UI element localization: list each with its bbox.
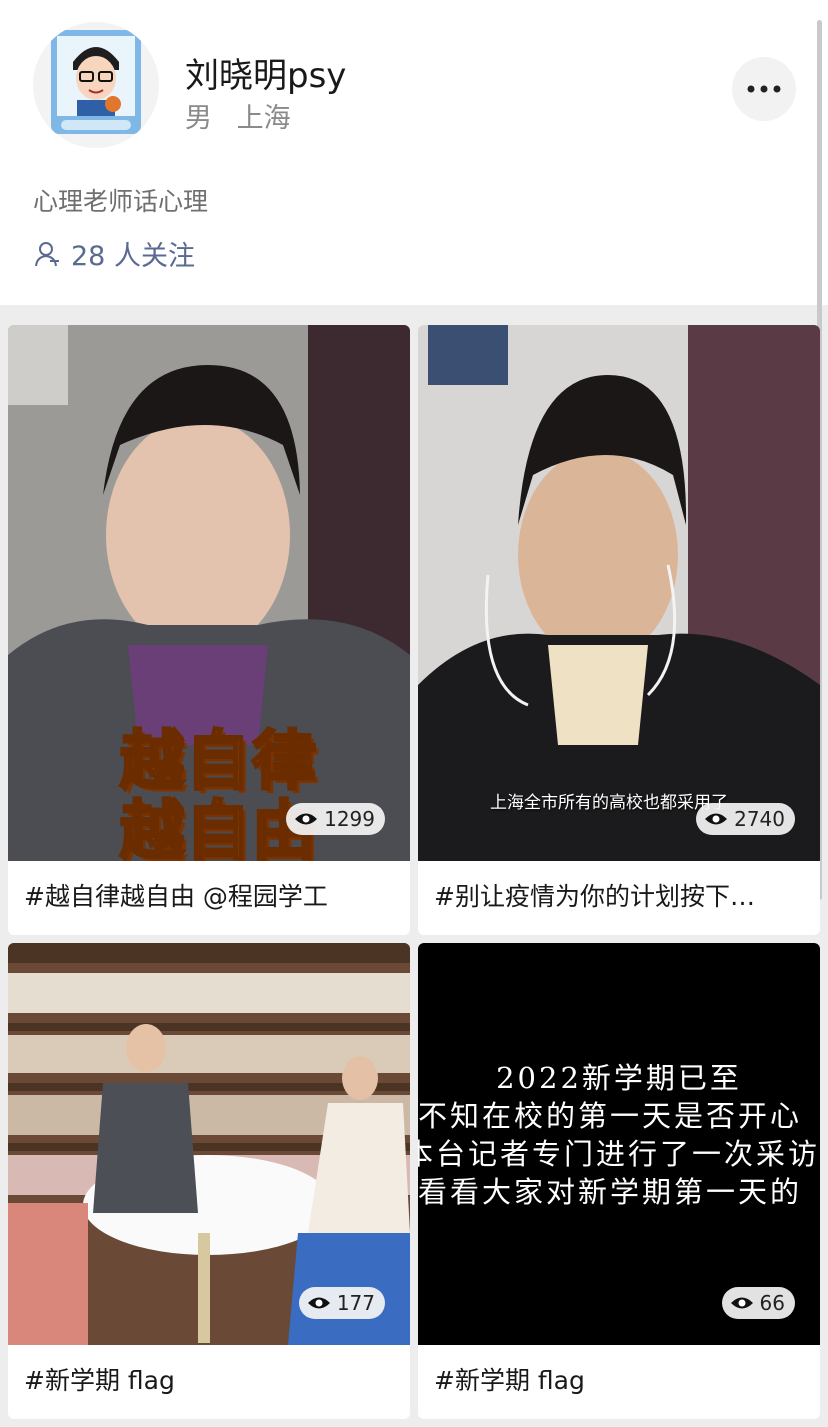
video-text-line: 看看大家对新学期第一天的 xyxy=(418,1175,803,1209)
followers-link[interactable]: 28 人关注 xyxy=(33,234,195,273)
followers-count: 28 人关注 xyxy=(71,241,195,272)
video-thumbnail[interactable]: 越自律 越自由 1299 xyxy=(8,325,410,861)
video-caption[interactable]: #新学期 flag xyxy=(418,1345,820,1419)
view-count-badge: 66 xyxy=(721,1287,795,1319)
video-card[interactable]: 177 #新学期 flag xyxy=(8,943,410,1419)
more-dots-icon xyxy=(747,85,781,93)
view-count-badge: 1299 xyxy=(286,803,385,835)
video-text-line: 不知在校的第一天是否开心 xyxy=(418,1099,803,1133)
video-thumbnail[interactable]: 177 xyxy=(8,943,410,1345)
view-count: 2740 xyxy=(734,807,785,831)
eye-icon xyxy=(295,813,318,825)
view-count: 1299 xyxy=(324,807,375,831)
video-thumbnail[interactable]: 上海全市所有的高校也都采用了 2740 xyxy=(418,325,820,861)
view-count: 66 xyxy=(759,1291,785,1315)
video-text-line: 2022新学期已至 xyxy=(496,1061,742,1095)
person-icon xyxy=(35,241,59,266)
video-caption[interactable]: #越自律越自由 @程园学工 xyxy=(8,861,410,935)
video-card[interactable]: 上海全市所有的高校也都采用了 2740 #别让疫情为你的计划按下… xyxy=(418,325,820,935)
profile-location: 上海 xyxy=(236,103,291,134)
profile-header: 刘晓明psy 男 上海 心理老师话心理 28 人关注 xyxy=(0,0,828,305)
avatar[interactable] xyxy=(33,22,159,148)
profile-name: 刘晓明psy xyxy=(185,56,347,96)
video-thumbnail[interactable]: 2022新学期已至 不知在校的第一天是否开心 本台记者专门进行了一次采访 看看大… xyxy=(418,943,820,1345)
profile-gender: 男 xyxy=(185,103,212,134)
profile-bio: 心理老师话心理 xyxy=(33,187,209,216)
eye-icon xyxy=(730,1297,753,1309)
eye-icon xyxy=(705,813,728,825)
profile-meta: 男 上海 xyxy=(185,96,307,135)
view-count-badge: 2740 xyxy=(696,803,795,835)
video-caption[interactable]: #新学期 flag xyxy=(8,1345,410,1419)
video-subtitle: 上海全市所有的高校也都采用了 xyxy=(490,793,728,813)
video-card[interactable]: 2022新学期已至 不知在校的第一天是否开心 本台记者专门进行了一次采访 看看大… xyxy=(418,943,820,1419)
video-text-line: 本台记者专门进行了一次采访 xyxy=(418,1137,820,1171)
view-count-badge: 177 xyxy=(298,1287,385,1319)
more-button[interactable] xyxy=(732,57,796,121)
video-caption[interactable]: #别让疫情为你的计划按下… xyxy=(418,861,820,935)
view-count: 177 xyxy=(336,1291,375,1315)
video-card[interactable]: 越自律 越自由 1299 #越自律越自由 @程园学工 xyxy=(8,325,410,935)
eye-icon xyxy=(307,1297,330,1309)
